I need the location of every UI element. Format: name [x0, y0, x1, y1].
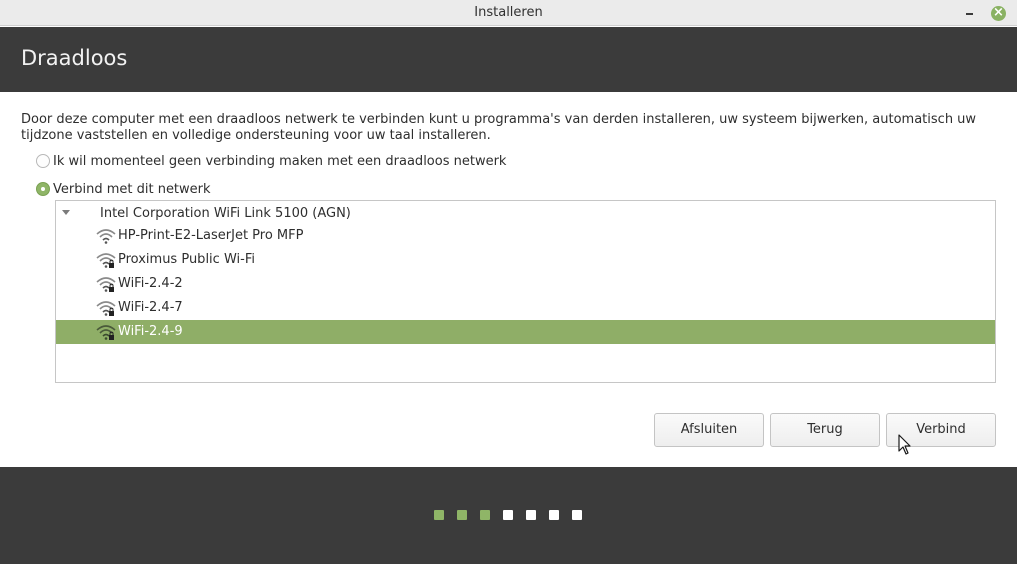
- option-connect-network-label: Verbind met dit netwerk: [53, 181, 211, 197]
- close-icon[interactable]: ×: [991, 5, 1006, 21]
- description-text: Door deze computer met een draadloos net…: [21, 112, 977, 143]
- progress-step: [457, 510, 467, 520]
- network-row[interactable]: Proximus Public Wi-Fi: [56, 248, 995, 272]
- network-name: WiFi-2.4-2: [118, 276, 183, 291]
- network-row[interactable]: WiFi-2.4-2: [56, 272, 995, 296]
- progress-step: [480, 510, 490, 520]
- footer-bar: [0, 467, 1017, 564]
- wifi-secure-icon: [96, 325, 116, 340]
- device-row[interactable]: Intel Corporation WiFi Link 5100 (AGN): [56, 202, 995, 224]
- window-titlebar: Installeren ×: [0, 0, 1017, 26]
- option-no-wireless[interactable]: Ik wil momenteel geen verbinding maken m…: [36, 152, 506, 170]
- network-row[interactable]: WiFi-2.4-7: [56, 296, 995, 320]
- wifi-signal-icon: [96, 229, 116, 244]
- network-name: WiFi-2.4-7: [118, 300, 183, 315]
- network-name: Proximus Public Wi-Fi: [118, 252, 255, 267]
- minimize-icon[interactable]: [964, 4, 976, 18]
- network-row[interactable]: WiFi-2.4-9: [56, 320, 995, 344]
- wifi-secure-icon: [96, 277, 116, 292]
- back-button[interactable]: Terug: [770, 413, 880, 447]
- wifi-secure-icon: [96, 301, 116, 316]
- network-name: WiFi-2.4-9: [118, 324, 183, 339]
- network-list[interactable]: Intel Corporation WiFi Link 5100 (AGN) H…: [55, 200, 996, 383]
- page-title: Draadloos: [21, 46, 128, 70]
- progress-step: [572, 510, 582, 520]
- radio-no-wireless[interactable]: [36, 154, 50, 168]
- connect-button[interactable]: Verbind: [886, 413, 996, 447]
- network-name: HP-Print-E2-LaserJet Pro MFP: [118, 228, 304, 243]
- expander-arrow-icon[interactable]: [62, 210, 70, 215]
- network-row[interactable]: HP-Print-E2-LaserJet Pro MFP: [56, 224, 995, 248]
- radio-connect-network[interactable]: [36, 182, 50, 196]
- window-title: Installeren: [474, 5, 543, 20]
- option-no-wireless-label: Ik wil momenteel geen verbinding maken m…: [53, 153, 507, 169]
- progress-step: [503, 510, 513, 520]
- progress-step: [526, 510, 536, 520]
- progress-indicator: [434, 510, 595, 520]
- progress-step: [434, 510, 444, 520]
- page-header: Draadloos: [0, 27, 1017, 92]
- wifi-secure-icon: [96, 253, 116, 268]
- device-name: Intel Corporation WiFi Link 5100 (AGN): [100, 206, 351, 221]
- progress-step: [549, 510, 559, 520]
- option-connect-network[interactable]: Verbind met dit netwerk: [36, 180, 211, 198]
- quit-button[interactable]: Afsluiten: [654, 413, 764, 447]
